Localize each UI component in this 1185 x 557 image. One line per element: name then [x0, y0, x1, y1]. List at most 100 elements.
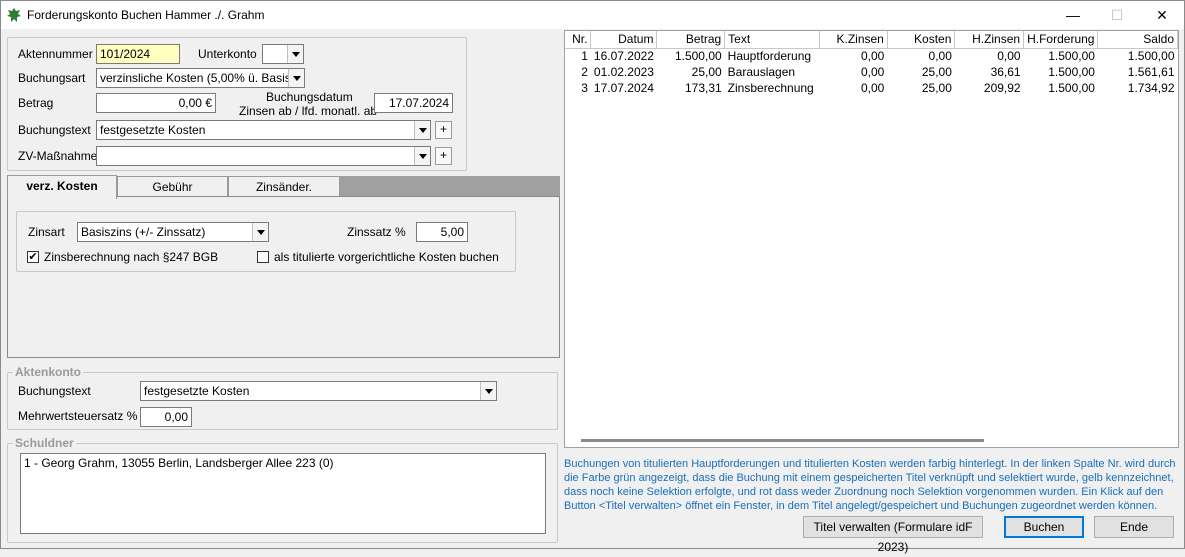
zinssatz-field[interactable]: 5,00 — [416, 222, 468, 242]
column-header-kosten[interactable]: Kosten — [887, 31, 956, 49]
tituliert-checkbox[interactable] — [257, 251, 269, 263]
close-icon: ✕ — [1156, 6, 1168, 23]
zinsart-label: Zinsart — [28, 225, 65, 239]
chevron-down-icon[interactable] — [288, 69, 304, 87]
cell-text: Barauslagen — [727, 65, 796, 79]
cell-hzinsen: 209,92 — [983, 81, 1021, 95]
buchungsart-label: Buchungsart — [18, 71, 86, 85]
zinsen-ab-label: Zinsen ab / lfd. monatl. ab — [239, 104, 378, 118]
cell-kosten: 0,00 — [928, 49, 952, 64]
cell-kzinsen: 0,00 — [860, 49, 885, 64]
buchungstext-value: festgesetzte Kosten — [100, 123, 206, 137]
maximize-button[interactable]: ☐ — [1094, 1, 1140, 29]
info-text: Buchungen von titulierten Hauptforderung… — [564, 458, 1176, 512]
column-header-hzinsen[interactable]: H.Zinsen — [954, 31, 1025, 49]
cell-saldo: 1.500,00 — [1127, 49, 1175, 64]
cell-kosten: 25,00 — [921, 65, 952, 79]
aktenkonto-buchungstext-select[interactable]: festgesetzte Kosten — [140, 381, 497, 401]
table-row[interactable]: 1 16.07.2022 1.500,00 Hauptforderung 0,0… — [565, 48, 1178, 64]
maximize-icon: ☐ — [1110, 6, 1124, 23]
betrag-label: Betrag — [18, 96, 54, 110]
buchen-button[interactable]: Buchen — [1004, 516, 1084, 538]
column-header-hforderung[interactable]: H.Forderung — [1023, 31, 1099, 49]
zv-select[interactable] — [96, 146, 431, 166]
column-header-text[interactable]: Text — [724, 31, 821, 49]
zinsberechnung-checkbox[interactable]: ✔ — [27, 251, 39, 263]
aktennummer-field[interactable]: 101/2024 — [96, 44, 180, 64]
betrag-field[interactable]: 0,00 € — [96, 93, 216, 113]
horizontal-scrollbar[interactable] — [581, 439, 984, 442]
cell-datum: 16.07.2022 — [593, 49, 654, 64]
column-header-saldo[interactable]: Saldo — [1097, 31, 1178, 49]
tab-zinsaenderung[interactable]: Zinsänder. — [228, 176, 340, 198]
cell-datum: 01.02.2023 — [593, 65, 654, 79]
cell-hzinsen: 36,61 — [990, 65, 1021, 79]
column-header-nr[interactable]: Nr. — [565, 31, 592, 49]
tab-strip-filler — [340, 176, 560, 196]
zinsberechnung-label: Zinsberechnung nach §247 BGB — [44, 250, 219, 264]
chevron-down-icon[interactable] — [414, 121, 430, 139]
cell-hforderung: 1.500,00 — [1048, 81, 1095, 95]
schuldner-list-item[interactable]: 1 - Georg Grahm, 13055 Berlin, Landsberg… — [24, 456, 542, 470]
aktenkonto-buchungstext-label: Buchungstext — [18, 384, 91, 398]
column-header-kzinsen[interactable]: K.Zinsen — [819, 31, 888, 49]
main-window: Forderungskonto Buchen Hammer ./. Grahm … — [0, 0, 1185, 554]
unterkonto-label: Unterkonto — [198, 47, 257, 61]
column-header-betrag[interactable]: Betrag — [656, 31, 726, 49]
minimize-button[interactable]: — — [1050, 1, 1096, 29]
cell-betrag: 25,00 — [691, 65, 722, 79]
booking-grid[interactable]: Nr. Datum Betrag Text K.Zinsen Kosten H.… — [564, 30, 1179, 448]
add-buchungstext-button[interactable]: + — [435, 121, 452, 139]
title-bar: Forderungskonto Buchen Hammer ./. Grahm … — [1, 1, 1184, 29]
cell-saldo: 1.561,61 — [1127, 65, 1175, 79]
mwst-label: Mehrwertsteuersatz % — [18, 409, 138, 423]
cell-kzinsen: 0,00 — [860, 65, 885, 79]
buchungstext-label: Buchungstext — [18, 123, 91, 137]
buchungsdatum-field[interactable]: 17.07.2024 — [374, 93, 453, 113]
zinssatz-label: Zinssatz % — [347, 225, 406, 239]
buchungsart-select[interactable]: verzinsliche Kosten (5,00% ü. Basiszins) — [96, 68, 305, 88]
chevron-down-icon[interactable] — [252, 223, 268, 241]
titel-verwalten-button[interactable]: Titel verwalten (Formulare idF 2023) — [803, 516, 983, 554]
cell-text: Hauptforderung — [727, 49, 812, 64]
column-header-datum[interactable]: Datum — [590, 31, 658, 49]
chevron-down-icon[interactable] — [480, 382, 496, 400]
unterkonto-select[interactable] — [262, 44, 304, 64]
aktennummer-label: Aktennummer — [18, 47, 93, 61]
chevron-down-icon[interactable] — [414, 147, 430, 165]
zv-label: ZV-Maßnahme — [18, 149, 98, 163]
aktenkonto-title: Aktenkonto — [13, 365, 83, 379]
chevron-down-icon[interactable] — [287, 45, 303, 63]
cell-saldo: 1.734,92 — [1127, 81, 1175, 95]
mwst-field[interactable]: 0,00 — [140, 407, 192, 427]
cell-kzinsen: 0,00 — [860, 81, 885, 95]
cell-nr: 3 — [581, 81, 588, 95]
schuldner-list[interactable]: 1 - Georg Grahm, 13055 Berlin, Landsberg… — [20, 453, 546, 534]
window-title: Forderungskonto Buchen Hammer ./. Grahm — [27, 8, 265, 22]
tab-gebuehr[interactable]: Gebühr — [117, 176, 228, 198]
cell-nr: 1 — [581, 49, 588, 64]
table-row[interactable]: 2 01.02.2023 25,00 Barauslagen 0,00 25,0… — [565, 64, 1178, 80]
cell-nr: 2 — [581, 65, 588, 79]
buchungsart-value: verzinsliche Kosten (5,00% ü. Basiszins) — [100, 71, 305, 85]
table-row[interactable]: 3 17.07.2024 173,31 Zinsberechnung 0,00 … — [565, 80, 1178, 96]
buchungsdatum-label: Buchungsdatum — [266, 90, 353, 104]
tab-verz-kosten[interactable]: verz. Kosten — [7, 175, 117, 199]
add-zv-button[interactable]: + — [435, 147, 452, 165]
tituliert-label: als titulierte vorgerichtliche Kosten bu… — [274, 250, 499, 264]
cell-hforderung: 1.500,00 — [1048, 49, 1095, 64]
minimize-icon: — — [1066, 7, 1080, 23]
cell-kosten: 25,00 — [921, 81, 952, 95]
cell-hzinsen: 0,00 — [997, 49, 1021, 64]
cell-betrag: 173,31 — [684, 81, 722, 95]
close-button[interactable]: ✕ — [1139, 1, 1185, 29]
cell-datum: 17.07.2024 — [593, 81, 654, 95]
booking-table: Nr. Datum Betrag Text K.Zinsen Kosten H.… — [565, 31, 1178, 96]
aktenkonto-buchungstext-value: festgesetzte Kosten — [144, 384, 250, 398]
table-header-row: Nr. Datum Betrag Text K.Zinsen Kosten H.… — [565, 31, 1178, 49]
buchungstext-select[interactable]: festgesetzte Kosten — [96, 120, 431, 140]
ende-button[interactable]: Ende — [1094, 516, 1174, 538]
zinsart-select[interactable]: Basiszins (+/- Zinssatz) — [77, 222, 269, 242]
cell-text: Zinsberechnung — [727, 81, 814, 95]
app-logo-icon — [7, 8, 21, 22]
